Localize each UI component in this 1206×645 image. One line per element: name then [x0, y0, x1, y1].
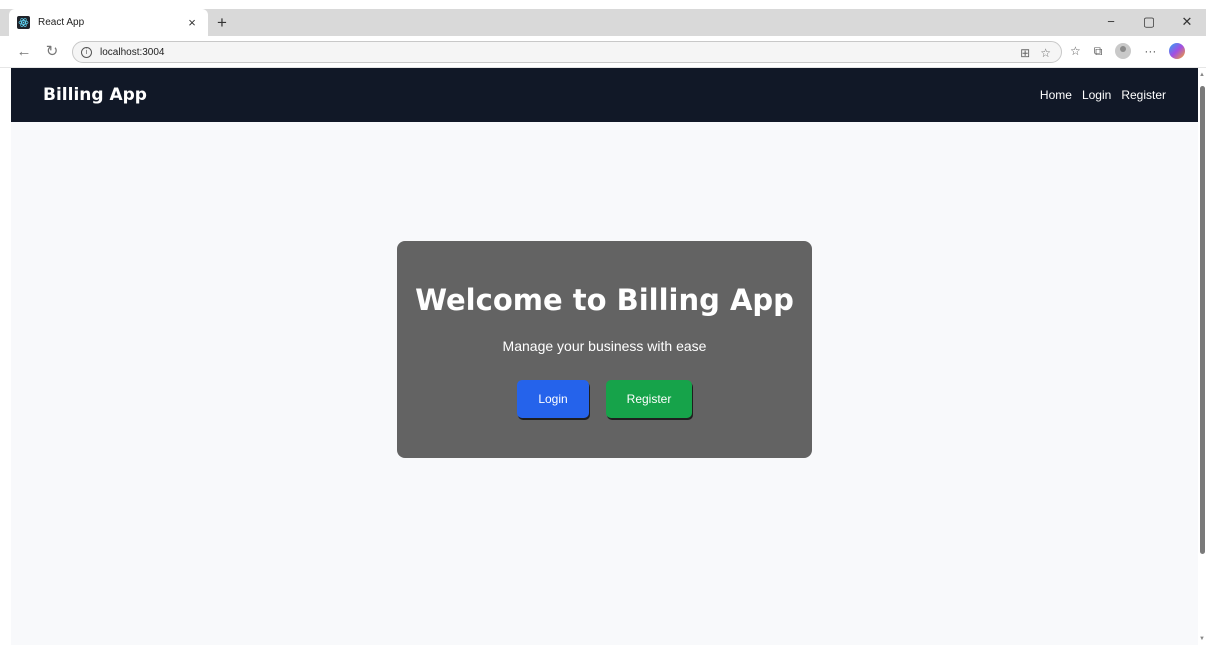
back-arrow-icon[interactable]: ←: [14, 43, 34, 61]
browser-toolbar: ← ↻ i localhost:3004 ⊞ ☆ ☆ ⧉ ···: [0, 36, 1206, 68]
scroll-down-arrow-icon[interactable]: ▼: [1199, 636, 1205, 642]
browser-tabstrip: React App × + − ▢ ✕: [0, 0, 1206, 36]
close-window-button[interactable]: ✕: [1168, 12, 1206, 32]
app-available-icon[interactable]: ⊞: [1020, 46, 1030, 60]
new-tab-button[interactable]: +: [212, 13, 232, 33]
favorites-icon[interactable]: ☆: [1070, 44, 1081, 58]
nav-link-login[interactable]: Login: [1082, 88, 1111, 102]
welcome-card: Welcome to Billing App Manage your busin…: [397, 241, 812, 458]
profile-avatar-icon[interactable]: [1115, 43, 1132, 59]
browser-toolbar-icons: ☆ ⧉ ···: [1070, 43, 1186, 59]
browser-tab[interactable]: React App ×: [9, 9, 208, 36]
favorite-star-icon[interactable]: ☆: [1040, 46, 1051, 60]
nav-link-home[interactable]: Home: [1040, 88, 1072, 102]
refresh-icon[interactable]: ↻: [42, 43, 62, 61]
welcome-subtitle: Manage your business with ease: [502, 338, 707, 354]
brand-title[interactable]: Billing App: [43, 85, 147, 105]
url-text: localhost:3004: [100, 46, 165, 58]
address-bar-actions: ⊞ ☆: [1020, 42, 1051, 64]
copilot-icon[interactable]: [1169, 43, 1186, 59]
scrollbar-thumb[interactable]: [1200, 86, 1205, 554]
login-button[interactable]: Login: [517, 380, 589, 418]
tab-title: React App: [38, 17, 85, 28]
scroll-up-arrow-icon[interactable]: ▲: [1199, 72, 1205, 78]
nav-link-register[interactable]: Register: [1121, 88, 1166, 102]
welcome-heading: Welcome to Billing App: [415, 283, 794, 317]
react-favicon-icon: [17, 16, 30, 29]
page-viewport: Billing App Home Login Register Welcome …: [11, 68, 1198, 645]
register-button[interactable]: Register: [606, 380, 692, 418]
more-menu-icon[interactable]: ···: [1144, 44, 1156, 58]
site-info-icon[interactable]: i: [81, 46, 92, 58]
maximize-button[interactable]: ▢: [1130, 12, 1168, 32]
window-controls: − ▢ ✕: [1092, 12, 1206, 32]
tab-close-icon[interactable]: ×: [184, 15, 200, 31]
collections-icon[interactable]: ⧉: [1094, 44, 1103, 59]
nav-links: Home Login Register: [1040, 88, 1166, 102]
top-navbar: Billing App Home Login Register: [11, 68, 1198, 122]
minimize-button[interactable]: −: [1092, 12, 1130, 32]
address-bar[interactable]: i localhost:3004 ⊞ ☆: [72, 41, 1062, 63]
